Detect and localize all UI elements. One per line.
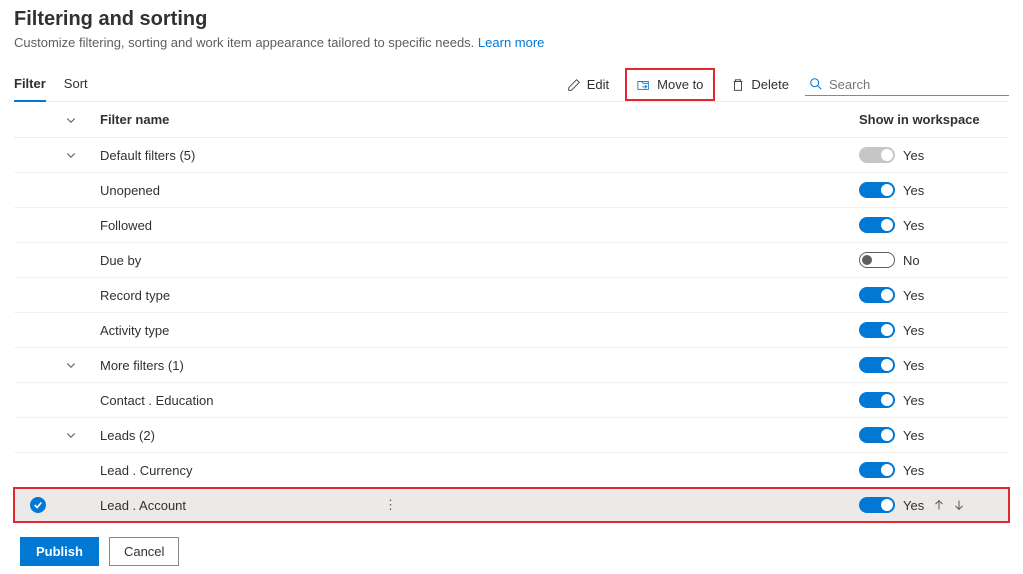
toggle-label: Yes [903, 498, 924, 513]
delete-button[interactable]: Delete [723, 72, 797, 97]
filter-group-name: More filters (1) [90, 358, 859, 373]
toggle-label: Yes [903, 323, 924, 338]
edit-label: Edit [587, 77, 609, 92]
filter-item-name: Record type [90, 288, 859, 303]
header-chevron[interactable] [52, 114, 90, 126]
search-icon [809, 77, 823, 91]
toggle-label: Yes [903, 463, 924, 478]
column-show-in-workspace: Show in workspace [859, 112, 999, 127]
table-row[interactable]: Followed Yes [14, 208, 1009, 243]
filter-item-name: Due by [90, 253, 859, 268]
move-up-icon[interactable] [932, 498, 946, 512]
table-row[interactable]: Contact . Education Yes [14, 383, 1009, 418]
filter-item-name: Activity type [90, 323, 859, 338]
description-text: Customize filtering, sorting and work it… [14, 35, 474, 50]
filter-group-name: Default filters (5) [90, 148, 859, 163]
trash-icon [731, 78, 745, 92]
chevron-down-icon[interactable] [52, 149, 90, 161]
toggle-switch [859, 147, 895, 163]
highlight-move-to: Move to [625, 68, 715, 101]
toggle-switch[interactable] [859, 252, 895, 268]
toggle-switch[interactable] [859, 182, 895, 198]
toggle-label: Yes [903, 358, 924, 373]
table-row[interactable]: Record type Yes [14, 278, 1009, 313]
move-to-label: Move to [657, 77, 703, 92]
filter-item-name: Lead . Account⋮ [90, 497, 859, 513]
page-description: Customize filtering, sorting and work it… [14, 35, 1009, 50]
move-down-icon[interactable] [952, 498, 966, 512]
learn-more-link[interactable]: Learn more [478, 35, 544, 50]
toggle-label: Yes [903, 183, 924, 198]
chevron-down-icon[interactable] [52, 429, 90, 441]
table-row[interactable]: Default filters (5) Yes [14, 138, 1009, 173]
search-input-wrap[interactable] [805, 74, 1009, 96]
toggle-label: Yes [903, 148, 924, 163]
toggle-label: Yes [903, 288, 924, 303]
toggle-switch[interactable] [859, 357, 895, 373]
table-row[interactable]: Due by No [14, 243, 1009, 278]
table-row[interactable]: More filters (1) Yes [14, 348, 1009, 383]
filter-group-name: Leads (2) [90, 428, 859, 443]
move-to-icon [637, 78, 651, 92]
table-row[interactable]: Lead . Account⋮ Yes [14, 488, 1009, 523]
move-to-button[interactable]: Move to [629, 72, 711, 97]
chevron-down-icon[interactable] [52, 359, 90, 371]
search-input[interactable] [829, 77, 1005, 92]
table-header: Filter name Show in workspace [14, 102, 1009, 138]
table-row[interactable]: Lead . Currency Yes [14, 453, 1009, 488]
toggle-switch[interactable] [859, 217, 895, 233]
filter-item-name: Followed [90, 218, 859, 233]
toggle-switch[interactable] [859, 462, 895, 478]
delete-label: Delete [751, 77, 789, 92]
filter-item-name: Lead . Currency [90, 463, 859, 478]
table-row[interactable]: Leads (2) Yes [14, 418, 1009, 453]
toggle-switch[interactable] [859, 427, 895, 443]
toggle-label: Yes [903, 393, 924, 408]
tab-sort[interactable]: Sort [64, 68, 88, 101]
toggle-switch[interactable] [859, 287, 895, 303]
table-row[interactable]: Unopened Yes [14, 173, 1009, 208]
toggle-switch[interactable] [859, 497, 895, 513]
toggle-label: Yes [903, 218, 924, 233]
toggle-switch[interactable] [859, 322, 895, 338]
pencil-icon [567, 78, 581, 92]
toggle-label: No [903, 253, 920, 268]
toggle-label: Yes [903, 428, 924, 443]
edit-button[interactable]: Edit [559, 72, 617, 97]
publish-button[interactable]: Publish [20, 537, 99, 566]
more-options-icon[interactable]: ⋮ [376, 497, 405, 513]
filter-item-name: Unopened [90, 183, 859, 198]
page-title: Filtering and sorting [14, 8, 1009, 31]
filter-item-name: Contact . Education [90, 393, 859, 408]
cancel-button[interactable]: Cancel [109, 537, 179, 566]
toggle-switch[interactable] [859, 392, 895, 408]
check-circle-icon[interactable] [30, 497, 46, 513]
column-filter-name: Filter name [90, 112, 859, 127]
tab-filter[interactable]: Filter [14, 68, 46, 101]
table-row[interactable]: Activity type Yes [14, 313, 1009, 348]
